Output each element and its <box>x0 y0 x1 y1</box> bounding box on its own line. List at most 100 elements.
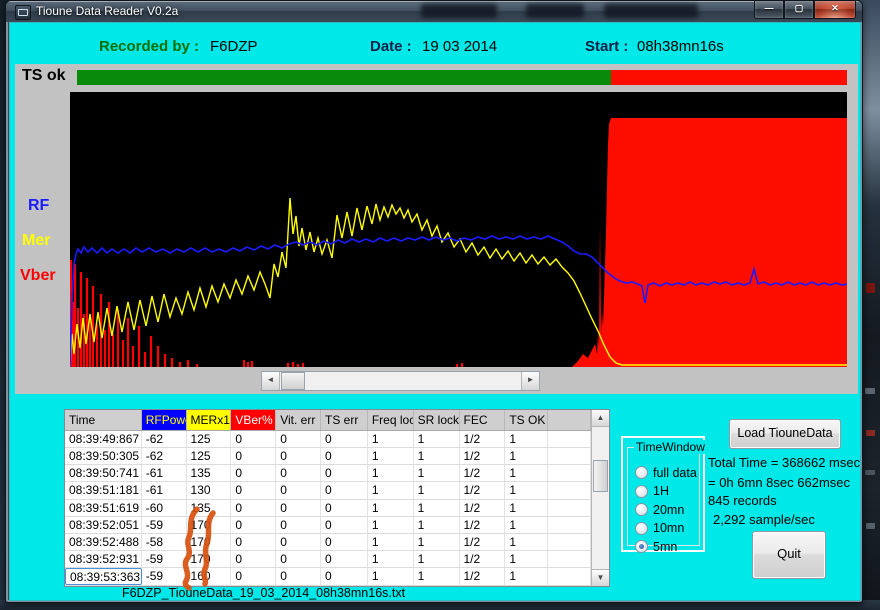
radio-5mn[interactable]: 5mn <box>635 539 677 554</box>
column-header-filler[interactable] <box>548 410 591 430</box>
table-cell[interactable]: 0 <box>276 431 321 447</box>
table-cell[interactable]: 08:39:53:363 <box>65 568 142 585</box>
table-cell[interactable]: 1/2 <box>460 448 506 464</box>
scroll-down-arrow-icon[interactable]: ▼ <box>592 569 609 586</box>
table-cell[interactable]: -60 <box>142 500 187 516</box>
table-cell[interactable]: 0 <box>276 517 321 533</box>
table-cell[interactable]: 170 <box>187 517 232 533</box>
table-cell[interactable]: 1 <box>368 534 414 550</box>
table-cell[interactable]: 0 <box>231 534 276 550</box>
table-cell[interactable]: -59 <box>142 568 187 585</box>
table-cell[interactable] <box>548 568 591 585</box>
scrollbar-thumb[interactable] <box>593 460 608 492</box>
table-cell[interactable]: 1 <box>414 448 460 464</box>
table-cell[interactable]: 0 <box>231 431 276 447</box>
table-cell[interactable]: 1 <box>414 534 460 550</box>
column-header-SR lock[interactable]: SR lock <box>414 410 460 430</box>
column-header-VBer%[interactable]: VBer% <box>231 410 276 430</box>
radio-button-icon[interactable] <box>635 522 648 535</box>
table-cell[interactable]: 0 <box>231 482 276 498</box>
table-cell[interactable]: 1 <box>368 568 414 585</box>
table-cell[interactable]: 1 <box>414 551 460 567</box>
table-cell[interactable]: 1 <box>505 517 548 533</box>
table-vertical-scrollbar[interactable]: ▲ ▼ <box>591 410 609 586</box>
table-cell[interactable]: 1 <box>505 482 548 498</box>
table-cell[interactable]: 135 <box>187 465 232 481</box>
column-header-Time[interactable]: Time <box>65 410 142 430</box>
table-cell[interactable]: 0 <box>276 448 321 464</box>
table-cell[interactable]: 1 <box>368 517 414 533</box>
table-cell[interactable]: 1/2 <box>460 500 506 516</box>
scrollbar-track[interactable] <box>280 372 521 390</box>
table-cell[interactable]: 1/2 <box>460 431 506 447</box>
table-row[interactable]: 08:39:49:867-62125000111/21 <box>65 431 591 448</box>
table-cell[interactable]: 1 <box>505 448 548 464</box>
table-cell[interactable]: 1 <box>414 500 460 516</box>
table-cell[interactable]: 1 <box>414 431 460 447</box>
radio-20mn[interactable]: 20mn <box>635 502 684 517</box>
table-cell[interactable]: 1 <box>505 568 548 585</box>
table-cell[interactable] <box>548 431 591 447</box>
table-cell[interactable]: 08:39:51:181 <box>65 482 142 498</box>
table-cell[interactable]: -61 <box>142 482 187 498</box>
column-header-TS err[interactable]: TS err <box>321 410 368 430</box>
table-cell[interactable]: 08:39:52:488 <box>65 534 142 550</box>
table-cell[interactable]: 1 <box>505 534 548 550</box>
titlebar[interactable]: Tioune Data Reader V0.2a — ▢ ✕ <box>6 1 862 22</box>
table-cell[interactable]: 0 <box>231 465 276 481</box>
table-cell[interactable]: 0 <box>321 534 368 550</box>
table-cell[interactable]: 0 <box>231 448 276 464</box>
table-cell[interactable]: 0 <box>321 517 368 533</box>
table-cell[interactable] <box>548 465 591 481</box>
table-cell[interactable]: 1 <box>414 568 460 585</box>
table-cell[interactable]: 1 <box>368 465 414 481</box>
radio-button-icon[interactable] <box>635 466 648 479</box>
table-row[interactable]: 08:39:50:305-62125000111/21 <box>65 448 591 465</box>
table-cell[interactable]: 08:39:52:051 <box>65 517 142 533</box>
maximize-button[interactable]: ▢ <box>784 1 814 19</box>
close-button[interactable]: ✕ <box>814 1 856 19</box>
table-cell[interactable]: 1 <box>414 482 460 498</box>
table-cell[interactable]: -62 <box>142 448 187 464</box>
table-cell[interactable]: 0 <box>321 448 368 464</box>
table-cell[interactable]: 0 <box>321 465 368 481</box>
table-row[interactable]: 08:39:50:741-61135000111/21 <box>65 465 591 482</box>
table-cell[interactable]: 0 <box>276 534 321 550</box>
table-cell[interactable]: 1 <box>368 551 414 567</box>
scroll-up-arrow-icon[interactable]: ▲ <box>592 410 609 427</box>
table-cell[interactable]: 0 <box>321 551 368 567</box>
table-cell[interactable]: 1 <box>414 517 460 533</box>
table-row[interactable]: 08:39:52:051-59170000111/21 <box>65 517 591 534</box>
table-cell[interactable]: 1/2 <box>460 534 506 550</box>
table-row[interactable]: 08:39:52:488-58170000111/21 <box>65 534 591 551</box>
table-cell[interactable]: 1/2 <box>460 465 506 481</box>
table-cell[interactable]: 130 <box>187 482 232 498</box>
chart-horizontal-scrollbar[interactable]: ◄ ► <box>261 371 540 391</box>
table-cell[interactable]: 1 <box>368 431 414 447</box>
minimize-button[interactable]: — <box>754 1 784 19</box>
table-cell[interactable]: 0 <box>321 568 368 585</box>
table-cell[interactable] <box>548 551 591 567</box>
radio-1H[interactable]: 1H <box>635 484 669 499</box>
radio-button-icon[interactable] <box>635 540 648 553</box>
table-cell[interactable]: 170 <box>187 551 232 567</box>
quit-button[interactable]: Quit <box>752 531 826 579</box>
table-cell[interactable]: 135 <box>187 500 232 516</box>
table-cell[interactable]: 125 <box>187 431 232 447</box>
table-cell[interactable]: 0 <box>276 482 321 498</box>
radio-button-icon[interactable] <box>635 485 648 498</box>
table-cell[interactable] <box>548 482 591 498</box>
table-cell[interactable]: 0 <box>321 482 368 498</box>
radio-10mn[interactable]: 10mn <box>635 521 684 536</box>
table-cell[interactable] <box>548 500 591 516</box>
table-cell[interactable] <box>548 534 591 550</box>
table-cell[interactable]: -58 <box>142 534 187 550</box>
table-cell[interactable]: 0 <box>276 465 321 481</box>
table-cell[interactable]: 1 <box>368 448 414 464</box>
radio-button-icon[interactable] <box>635 503 648 516</box>
scroll-left-arrow-icon[interactable]: ◄ <box>262 372 280 390</box>
table-cell[interactable]: -61 <box>142 465 187 481</box>
table-cell[interactable]: 08:39:50:305 <box>65 448 142 464</box>
table-cell[interactable]: 1/2 <box>460 568 506 585</box>
column-header-Freq lock[interactable]: Freq lock <box>368 410 414 430</box>
